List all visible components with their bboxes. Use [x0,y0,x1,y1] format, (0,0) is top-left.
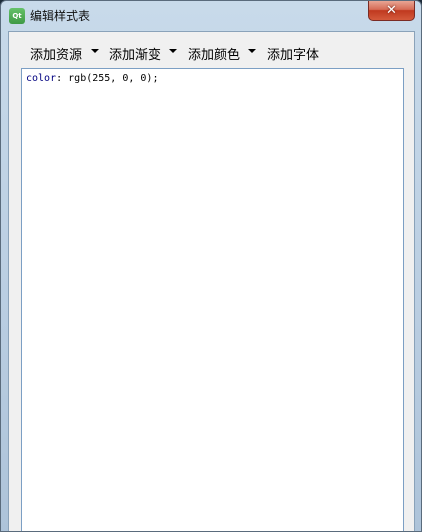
add-color-dropdown-arrow-icon[interactable] [248,49,256,53]
add-color-button[interactable]: 添加颜色 [188,44,240,63]
add-font-button[interactable]: 添加字体 [267,44,319,63]
css-separator: : [56,73,69,84]
qt-app-icon: Qt [9,8,25,24]
dialog-client-area: 添加资源 添加渐变 添加颜色 添加字体 color: rgb(255, 0, 0… [8,31,415,531]
close-icon: ✕ [386,3,397,18]
add-resource-button[interactable]: 添加资源 [30,44,82,63]
css-property-value: rgb(255, 0, 0); [68,73,159,84]
add-resource-dropdown-arrow-icon[interactable] [91,49,99,53]
window-title: 编辑样式表 [30,9,91,23]
toolbar: 添加资源 添加渐变 添加颜色 添加字体 [9,32,414,68]
css-property-name: color [26,73,57,84]
add-gradient-button[interactable]: 添加渐变 [109,44,161,63]
add-gradient-dropdown-arrow-icon[interactable] [169,49,177,53]
stylesheet-text-editor[interactable]: color: rgb(255, 0, 0); [21,68,404,531]
close-button[interactable]: ✕ [368,1,415,21]
title-bar[interactable]: Qt 编辑样式表 ✕ [1,1,421,31]
edit-stylesheet-dialog: Qt 编辑样式表 ✕ 添加资源 添加渐变 添加颜色 添加字体 color: rg… [0,0,422,532]
